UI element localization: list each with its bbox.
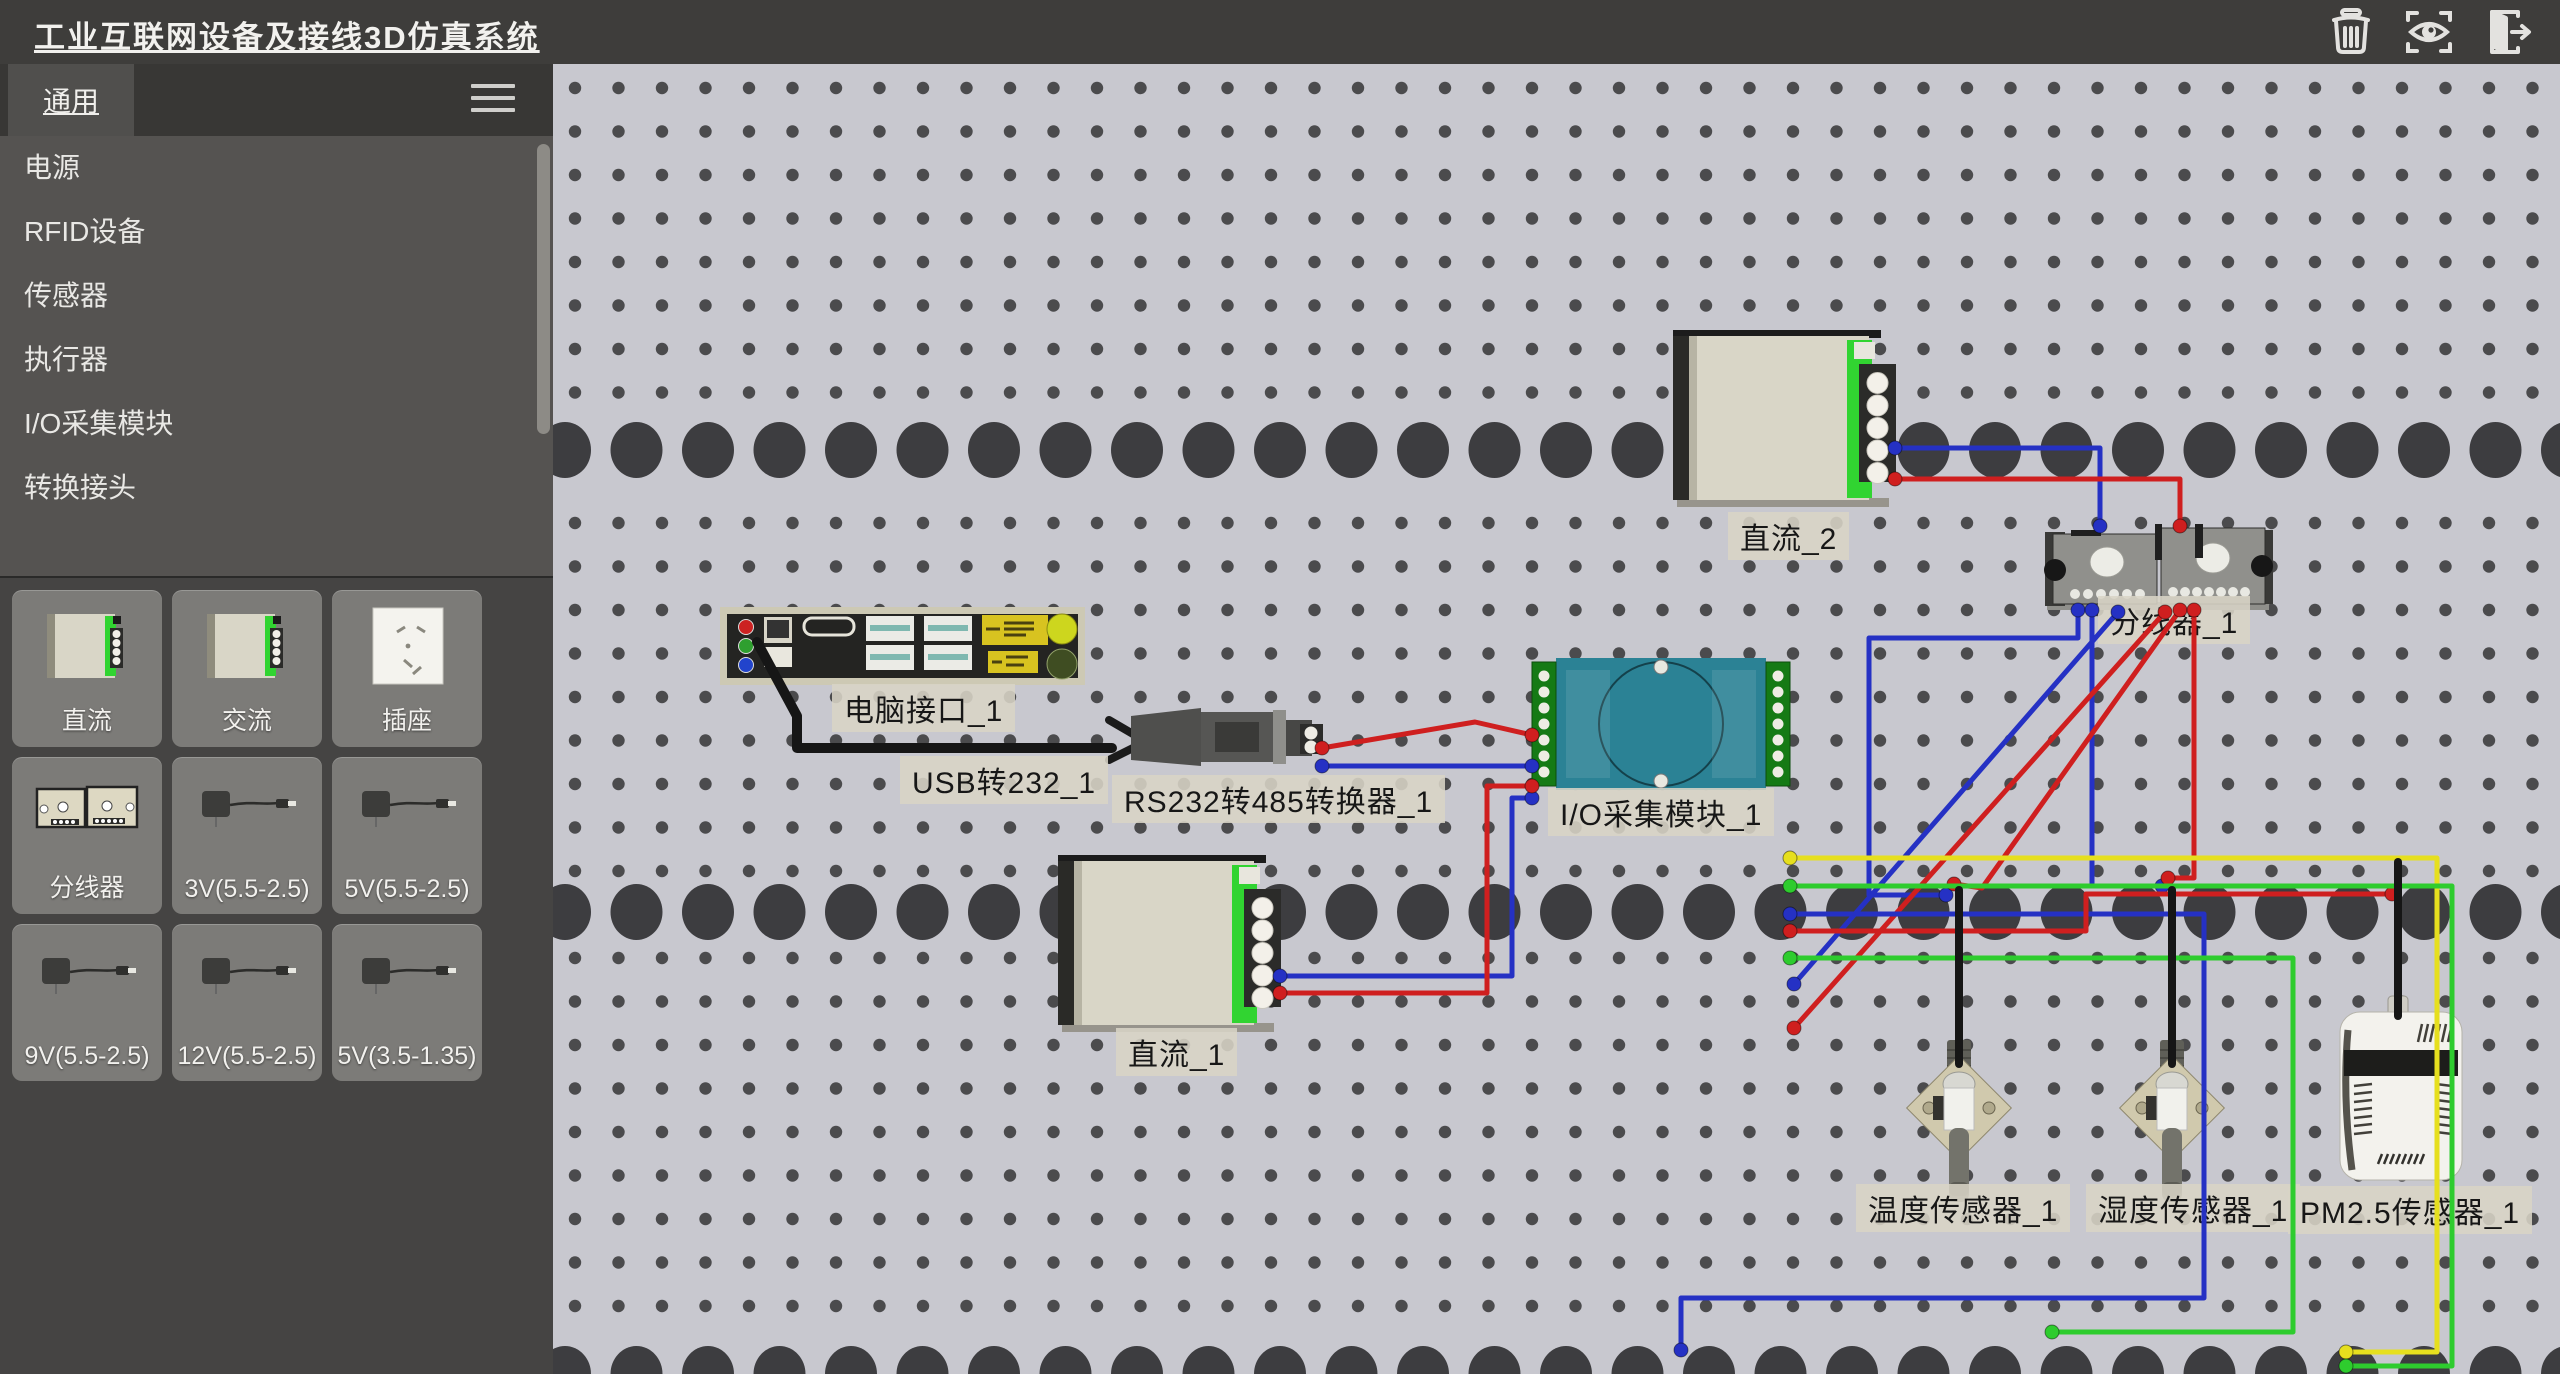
tile-2[interactable]: 插座 — [332, 590, 482, 747]
focus-view-icon[interactable] — [2404, 8, 2454, 56]
menu-scrollbar[interactable] — [537, 144, 550, 434]
socket-thumb — [359, 606, 455, 688]
adapter-thumb — [192, 940, 302, 1006]
toolbar — [2326, 8, 2532, 56]
tile-label: 直流 — [12, 701, 162, 737]
splitter-thumb — [27, 773, 147, 843]
sidebar-item-4[interactable]: I/O采集模块 — [0, 392, 553, 456]
device-label-pm25: PM2.5传感器_1 — [2288, 1186, 2532, 1234]
tile-7[interactable]: 12V(5.5-2.5) — [172, 924, 322, 1081]
tile-label: 分线器 — [12, 868, 162, 904]
adapter-thumb — [352, 773, 462, 839]
tile-1[interactable]: 交流 — [172, 590, 322, 747]
tab-general[interactable]: 通用 — [8, 64, 134, 136]
device-label-iom1: I/O采集模块_1 — [1548, 788, 1774, 836]
device-label-usb232: USB转232_1 — [900, 756, 1108, 804]
simulation-canvas[interactable]: 直流_2 电脑接口_1 USB转232_1RS232转485转换器_1 I/O采集模块… — [553, 64, 2560, 1374]
top-bar: 工业互联网设备及接线3D仿真系统 — [0, 0, 2560, 64]
tab-strip: 通用 — [0, 64, 553, 136]
hamburger-icon[interactable] — [471, 84, 515, 116]
sidebar-item-1[interactable]: RFID设备 — [0, 200, 553, 264]
tile-label: 5V(5.5-2.5) — [332, 875, 482, 904]
tile-3[interactable]: 分线器 — [12, 757, 162, 914]
tile-4[interactable]: 3V(5.5-2.5) — [172, 757, 322, 914]
device-label-rs485: RS232转485转换器_1 — [1112, 775, 1445, 823]
psu-thumb — [199, 606, 295, 688]
psu-thumb — [39, 606, 135, 688]
sidebar-item-0[interactable]: 电源 — [0, 136, 553, 200]
adapter-thumb — [32, 940, 142, 1006]
sidebar: 通用 电源RFID设备传感器执行器I/O采集模块转换接头 直流 交流 插座 — [0, 64, 553, 1374]
tile-5[interactable]: 5V(5.5-2.5) — [332, 757, 482, 914]
device-label-dc2: 直流_2 — [1728, 512, 1849, 560]
device-label-dc1: 直流_1 — [1116, 1028, 1237, 1076]
tile-8[interactable]: 5V(3.5-1.35) — [332, 924, 482, 1081]
tile-0[interactable]: 直流 — [12, 590, 162, 747]
sidebar-item-5[interactable]: 转换接头 — [0, 456, 553, 520]
exit-icon[interactable] — [2482, 8, 2532, 56]
tile-label: 5V(3.5-1.35) — [332, 1042, 482, 1071]
device-label-split1: 分线器_1 — [2098, 596, 2250, 644]
device-label-pc1: 电脑接口_1 — [832, 684, 1015, 732]
tile-label: 交流 — [172, 701, 322, 737]
device-label-hum1: 湿度传感器_1 — [2086, 1184, 2300, 1232]
tile-label: 3V(5.5-2.5) — [172, 875, 322, 904]
tile-label: 插座 — [332, 701, 482, 737]
adapter-thumb — [352, 940, 462, 1006]
tile-label: 12V(5.5-2.5) — [172, 1042, 322, 1071]
sidebar-item-3[interactable]: 执行器 — [0, 328, 553, 392]
trash-icon[interactable] — [2326, 8, 2376, 56]
component-tiles: 直流 交流 插座 分线器 3V(5.5-2.5) 5V(5.5-2.5) 9V(… — [0, 576, 553, 1374]
app-title: 工业互联网设备及接线3D仿真系统 — [34, 12, 540, 57]
device-label-temp1: 温度传感器_1 — [1856, 1184, 2070, 1232]
adapter-thumb — [192, 773, 302, 839]
tile-label: 9V(5.5-2.5) — [12, 1042, 162, 1071]
sidebar-item-2[interactable]: 传感器 — [0, 264, 553, 328]
device-labels-layer: 直流_2 电脑接口_1 USB转232_1RS232转485转换器_1 I/O采集模块… — [553, 64, 2560, 1374]
category-menu: 电源RFID设备传感器执行器I/O采集模块转换接头 — [0, 136, 553, 576]
tile-6[interactable]: 9V(5.5-2.5) — [12, 924, 162, 1081]
